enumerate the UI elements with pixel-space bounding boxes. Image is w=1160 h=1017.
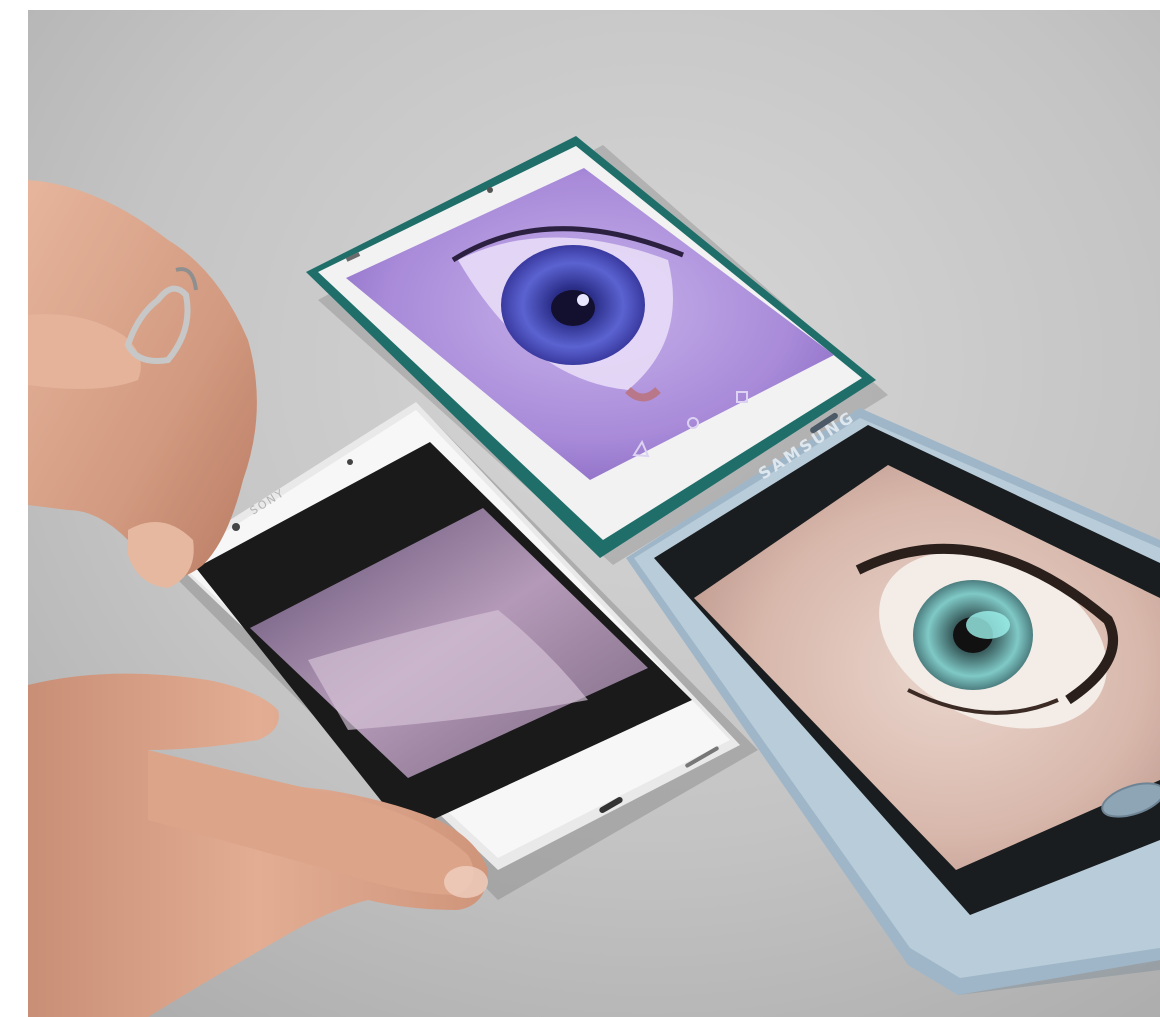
photograph: SAMSUNG SONY [28, 10, 1160, 1017]
photo-scene: SAMSUNG SONY [28, 10, 1160, 1017]
fingernail [444, 866, 488, 898]
